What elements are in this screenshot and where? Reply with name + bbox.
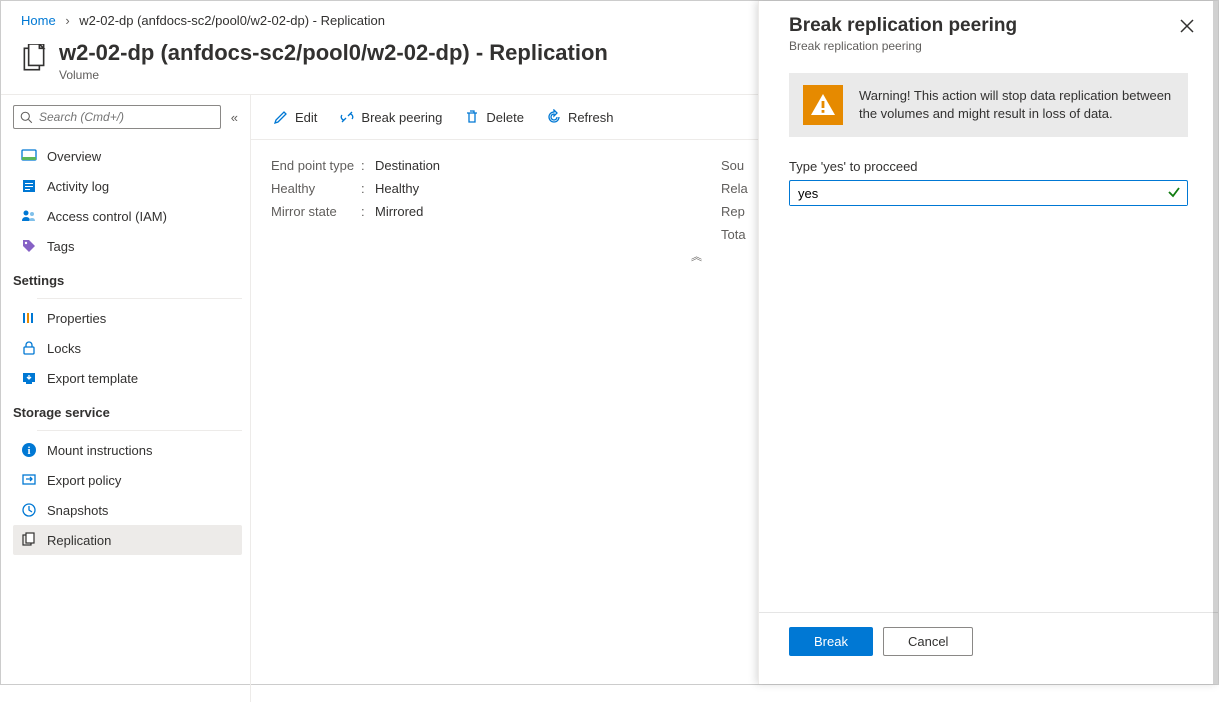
volume-icon bbox=[21, 44, 47, 74]
sidebar-item-label: Replication bbox=[47, 533, 111, 548]
detail-label-truncated: Rela bbox=[721, 177, 748, 200]
detail-value: Destination bbox=[375, 158, 440, 173]
sidebar: « Overview Activity log Access control (… bbox=[1, 95, 251, 702]
tool-label: Break peering bbox=[361, 110, 442, 125]
sidebar-item-label: Export template bbox=[47, 371, 138, 386]
flyout-header: Break replication peering Break replicat… bbox=[759, 1, 1218, 63]
sidebar-item-overview[interactable]: Overview bbox=[13, 141, 242, 171]
sidebar-item-replication[interactable]: Replication bbox=[13, 525, 242, 555]
detail-value: Mirrored bbox=[375, 204, 423, 219]
flyout-footer: Break Cancel bbox=[759, 612, 1218, 684]
sidebar-item-label: Locks bbox=[47, 341, 81, 356]
sidebar-section-storage: Storage service bbox=[13, 393, 242, 426]
sidebar-item-label: Export policy bbox=[47, 473, 121, 488]
detail-label-truncated: Rep bbox=[721, 200, 748, 223]
sidebar-item-label: Activity log bbox=[47, 179, 109, 194]
sidebar-item-label: Snapshots bbox=[47, 503, 108, 518]
close-icon bbox=[1180, 19, 1194, 33]
refresh-button[interactable]: Refresh bbox=[544, 105, 616, 129]
page-title: w2-02-dp (anfdocs-sc2/pool0/w2-02-dp) - … bbox=[59, 40, 608, 66]
confirm-input-label: Type 'yes' to procceed bbox=[789, 159, 1188, 174]
lock-icon bbox=[21, 340, 37, 356]
refresh-icon bbox=[546, 109, 562, 125]
search-icon bbox=[20, 111, 33, 124]
detail-value: Healthy bbox=[375, 181, 419, 196]
properties-icon bbox=[21, 310, 37, 326]
breadcrumb-home[interactable]: Home bbox=[21, 13, 56, 28]
close-button[interactable] bbox=[1176, 15, 1198, 42]
sidebar-divider bbox=[37, 430, 242, 431]
cancel-button[interactable]: Cancel bbox=[883, 627, 973, 656]
export-template-icon bbox=[21, 370, 37, 386]
tool-label: Refresh bbox=[568, 110, 614, 125]
tool-label: Delete bbox=[486, 110, 524, 125]
break-icon bbox=[339, 109, 355, 125]
sidebar-item-label: Properties bbox=[47, 311, 106, 326]
flyout-title: Break replication peering bbox=[789, 15, 1017, 37]
sidebar-search[interactable] bbox=[13, 105, 221, 129]
sidebar-item-access-control[interactable]: Access control (IAM) bbox=[13, 201, 242, 231]
detail-label: Mirror state bbox=[271, 204, 361, 219]
export-policy-icon bbox=[21, 472, 37, 488]
details-right-column: Sou Rela Rep Tota bbox=[721, 154, 748, 246]
flyout-body: Warning! This action will stop data repl… bbox=[759, 63, 1218, 612]
collapse-sidebar-button[interactable]: « bbox=[227, 106, 242, 129]
trash-icon bbox=[464, 109, 480, 125]
tags-icon bbox=[21, 238, 37, 254]
collapse-details-button[interactable]: ︽ bbox=[691, 248, 699, 264]
overview-icon bbox=[21, 148, 37, 164]
sidebar-item-export-policy[interactable]: Export policy bbox=[13, 465, 242, 495]
sidebar-item-tags[interactable]: Tags bbox=[13, 231, 242, 261]
pencil-icon bbox=[273, 109, 289, 125]
warning-text: Warning! This action will stop data repl… bbox=[859, 87, 1174, 123]
detail-label-truncated: Sou bbox=[721, 154, 748, 177]
breadcrumb-current: w2-02-dp (anfdocs-sc2/pool0/w2-02-dp) - … bbox=[79, 13, 385, 28]
detail-label-truncated: Tota bbox=[721, 223, 748, 246]
break-peering-flyout: Break replication peering Break replicat… bbox=[758, 1, 1218, 684]
detail-label: Healthy bbox=[271, 181, 361, 196]
detail-label: End point type bbox=[271, 158, 361, 173]
sidebar-item-export-template[interactable]: Export template bbox=[13, 363, 242, 393]
sidebar-item-label: Tags bbox=[47, 239, 74, 254]
sidebar-item-snapshots[interactable]: Snapshots bbox=[13, 495, 242, 525]
flyout-subtitle: Break replication peering bbox=[789, 39, 1017, 53]
sidebar-section-settings: Settings bbox=[13, 261, 242, 294]
sidebar-item-mount-instructions[interactable]: i Mount instructions bbox=[13, 435, 242, 465]
breadcrumb-separator: › bbox=[65, 13, 69, 28]
break-button[interactable]: Break bbox=[789, 627, 873, 656]
info-icon: i bbox=[21, 442, 37, 458]
sidebar-item-label: Mount instructions bbox=[47, 443, 153, 458]
replication-icon bbox=[21, 532, 37, 548]
edit-button[interactable]: Edit bbox=[271, 105, 319, 129]
warning-box: Warning! This action will stop data repl… bbox=[789, 73, 1188, 137]
delete-button[interactable]: Delete bbox=[462, 105, 526, 129]
confirm-input-wrap[interactable] bbox=[789, 180, 1188, 206]
activity-log-icon bbox=[21, 178, 37, 194]
warning-icon bbox=[803, 85, 843, 125]
iam-icon bbox=[21, 208, 37, 224]
sidebar-item-label: Access control (IAM) bbox=[47, 209, 167, 224]
confirm-input[interactable] bbox=[790, 182, 1187, 205]
sidebar-item-activity-log[interactable]: Activity log bbox=[13, 171, 242, 201]
svg-text:i: i bbox=[27, 445, 30, 457]
check-icon bbox=[1167, 185, 1181, 202]
search-input[interactable] bbox=[39, 110, 214, 124]
scrollbar[interactable] bbox=[1213, 1, 1218, 684]
sidebar-divider bbox=[37, 298, 242, 299]
sidebar-item-locks[interactable]: Locks bbox=[13, 333, 242, 363]
sidebar-item-label: Overview bbox=[47, 149, 101, 164]
snapshots-icon bbox=[21, 502, 37, 518]
sidebar-item-properties[interactable]: Properties bbox=[13, 303, 242, 333]
break-peering-button[interactable]: Break peering bbox=[337, 105, 444, 129]
tool-label: Edit bbox=[295, 110, 317, 125]
page-subtitle: Volume bbox=[59, 68, 608, 82]
